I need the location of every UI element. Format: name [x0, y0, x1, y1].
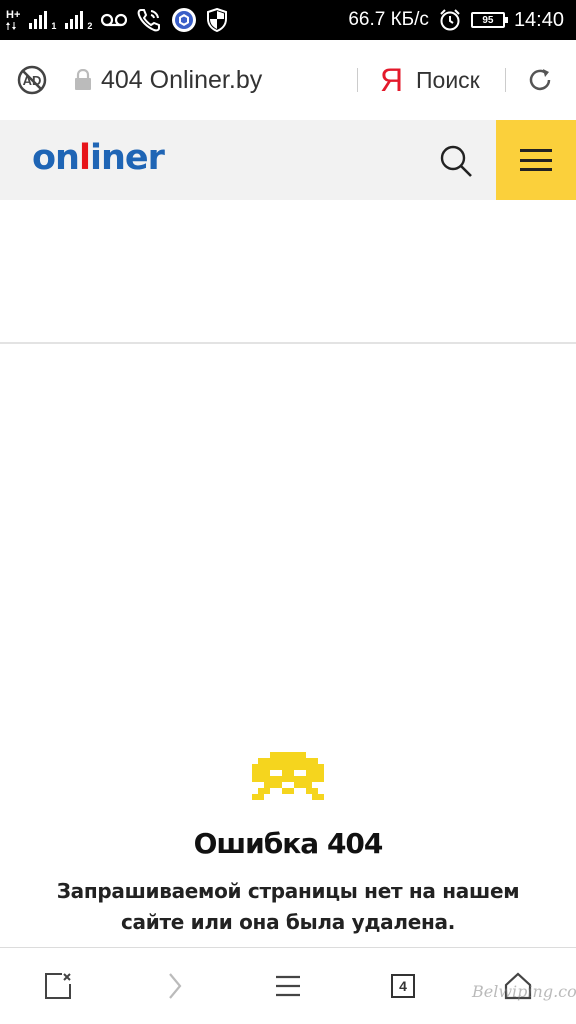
voicemail-icon	[101, 13, 128, 27]
hamburger-menu-icon	[520, 149, 552, 171]
shield-icon	[206, 8, 228, 32]
status-bar: H+ 1 2 66.7 КБ/с 95 14:40	[0, 0, 576, 40]
site-header: onliner	[0, 120, 576, 200]
network-speed: 66.7 КБ/с	[348, 9, 429, 30]
sim-2-label: 2	[87, 20, 93, 31]
tabs-icon[interactable]: 4	[385, 968, 421, 1004]
divider	[505, 68, 506, 92]
app-icon	[171, 7, 197, 33]
clock: 14:40	[513, 8, 564, 31]
forward-icon[interactable]	[156, 968, 192, 1004]
tab-count: 4	[391, 974, 415, 998]
battery-icon: 95	[470, 12, 508, 28]
lock-icon	[74, 68, 92, 91]
signal-icon: 1	[29, 9, 56, 32]
divider	[357, 68, 358, 92]
search-button[interactable]: Поиск	[416, 62, 480, 98]
sim-1-label: 1	[51, 20, 57, 31]
alarm-icon	[438, 8, 462, 32]
watermark: Belwiping.com	[472, 982, 576, 1001]
network-type-label: H+	[6, 8, 21, 21]
error-title: Ошибка 404	[193, 827, 384, 860]
battery-level: 95	[482, 14, 494, 26]
search-icon[interactable]	[438, 143, 474, 179]
adblock-icon[interactable]: AD	[16, 64, 48, 96]
site-logo[interactable]: onliner	[32, 134, 165, 182]
space-invader-icon	[252, 752, 324, 800]
reload-icon[interactable]	[526, 66, 554, 94]
status-left: H+ 1 2	[6, 0, 228, 40]
logo-accent: l	[78, 138, 91, 178]
yandex-logo[interactable]: Я	[380, 60, 403, 100]
logo-part: on	[32, 138, 80, 178]
logo-part: iner	[89, 138, 165, 178]
section-divider	[0, 342, 576, 344]
error-message: Запрашиваемой страницы нет на нашем сайт…	[56, 879, 520, 934]
status-right: 66.7 КБ/с 95 14:40	[348, 0, 564, 40]
close-tabs-icon[interactable]	[40, 968, 76, 1004]
network-type: H+	[6, 8, 21, 31]
signal-icon: 2	[65, 9, 92, 32]
menu-icon[interactable]	[270, 968, 306, 1004]
browser-address-bar: AD 404 Onliner.by Я Поиск	[0, 40, 576, 120]
menu-button[interactable]	[496, 120, 576, 200]
ad-slot	[0, 200, 576, 343]
wifi-call-icon	[136, 7, 162, 33]
data-arrows-icon	[6, 21, 16, 30]
url-field[interactable]: 404 Onliner.by	[101, 62, 262, 98]
